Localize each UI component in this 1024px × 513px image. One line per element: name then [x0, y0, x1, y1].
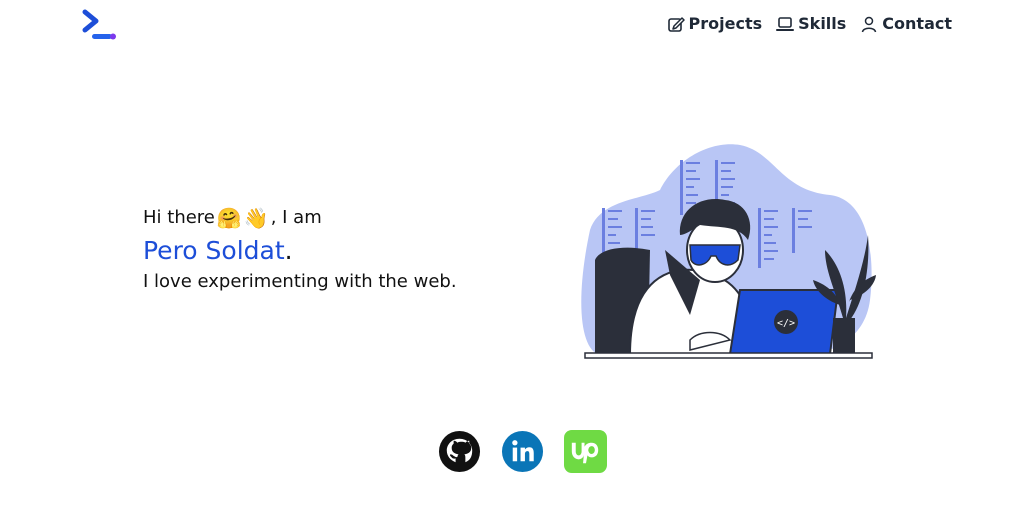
- laptop-icon: [776, 16, 795, 31]
- name-period: .: [284, 236, 293, 265]
- user-icon: [862, 16, 877, 32]
- nav-skills-label: Skills: [798, 14, 847, 33]
- nav-skills[interactable]: Skills: [776, 14, 846, 33]
- waving-hand-emoji: 👋: [243, 206, 269, 230]
- social-links: [438, 430, 607, 473]
- nav-projects[interactable]: Projects: [667, 14, 763, 33]
- hero-intro: Hi there 🤗 👋 , I am Pero Soldat. I love …: [143, 204, 457, 295]
- developer-illustration: </>: [581, 144, 876, 359]
- nav-contact-label: Contact: [882, 14, 952, 33]
- nav-contact[interactable]: Contact: [860, 14, 952, 33]
- greeting-line: Hi there 🤗 👋 , I am: [143, 204, 457, 233]
- linkedin-icon[interactable]: [501, 430, 544, 473]
- github-icon[interactable]: [438, 430, 481, 473]
- svg-text:</>: </>: [777, 318, 795, 329]
- name-line: Pero Soldat.: [143, 233, 457, 269]
- hugging-face-emoji: 🤗: [216, 206, 242, 230]
- site-logo[interactable]: [80, 8, 118, 42]
- greeting-tail: , I am: [270, 207, 322, 229]
- upwork-icon[interactable]: [564, 430, 607, 473]
- hero-tagline: I love experimenting with the web.: [143, 271, 457, 293]
- main-nav: Projects Skills Contact: [667, 14, 952, 33]
- hero-name: Pero Soldat: [143, 236, 285, 265]
- edit-icon: [667, 16, 685, 32]
- greeting-text: Hi there: [143, 207, 215, 229]
- nav-projects-label: Projects: [688, 14, 763, 33]
